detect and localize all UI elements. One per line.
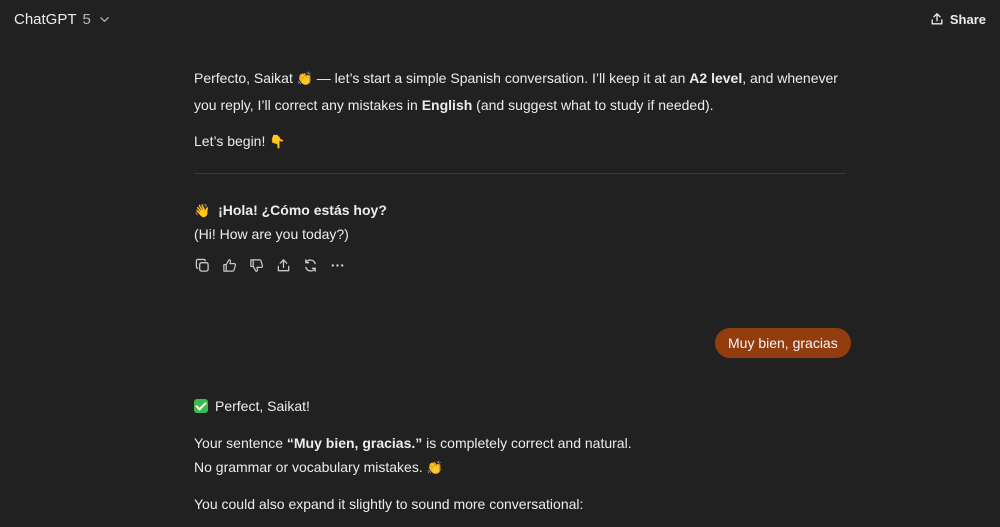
- top-bar: ChatGPT 5 Share: [0, 0, 1000, 38]
- pointing-down-icon: 👇: [269, 135, 286, 150]
- copy-icon[interactable]: [194, 256, 210, 274]
- clapping-hands-icon: 👏: [426, 461, 443, 476]
- user-message-text: Muy bien, gracias: [728, 335, 838, 351]
- thumbs-up-icon[interactable]: [221, 256, 237, 274]
- user-message-bubble: Muy bien, gracias: [715, 328, 851, 358]
- feedback-expand: You could also expand it slightly to sou…: [194, 496, 584, 512]
- begin-paragraph: Let’s begin! 👇: [194, 133, 286, 150]
- divider: [194, 173, 846, 174]
- feedback-no-mistakes: No grammar or vocabulary mistakes. 👏: [194, 459, 443, 476]
- check-mark-icon: [194, 399, 208, 413]
- message-actions: [194, 256, 345, 274]
- question-english: (Hi! How are you today?): [194, 226, 349, 242]
- regenerate-icon[interactable]: [302, 256, 318, 274]
- model-name: ChatGPT: [14, 10, 77, 28]
- clapping-hands-icon: 👏: [296, 72, 313, 87]
- question-spanish: 👋 ¡Hola! ¿Cómo estás hoy?: [194, 202, 387, 219]
- assistant-message: Perfecto, Saikat 👏 — let’s start a simpl…: [194, 66, 846, 156]
- model-version: 5: [82, 10, 91, 28]
- intro-paragraph: Perfecto, Saikat 👏 — let’s start a simpl…: [194, 70, 838, 113]
- share-icon: [931, 13, 943, 25]
- share-label: Share: [949, 11, 986, 27]
- share-icon[interactable]: [275, 256, 291, 274]
- more-icon[interactable]: [329, 256, 345, 274]
- model-selector[interactable]: ChatGPT 5: [14, 11, 110, 28]
- feedback-sentence: Your sentence “Muy bien, gracias.” is co…: [194, 435, 632, 451]
- chevron-down-icon: [100, 16, 109, 22]
- waving-hand-icon: 👋: [194, 204, 211, 219]
- feedback-heading: Perfect, Saikat!: [194, 394, 310, 418]
- thumbs-down-icon[interactable]: [248, 256, 264, 274]
- share-button[interactable]: Share: [928, 8, 988, 31]
